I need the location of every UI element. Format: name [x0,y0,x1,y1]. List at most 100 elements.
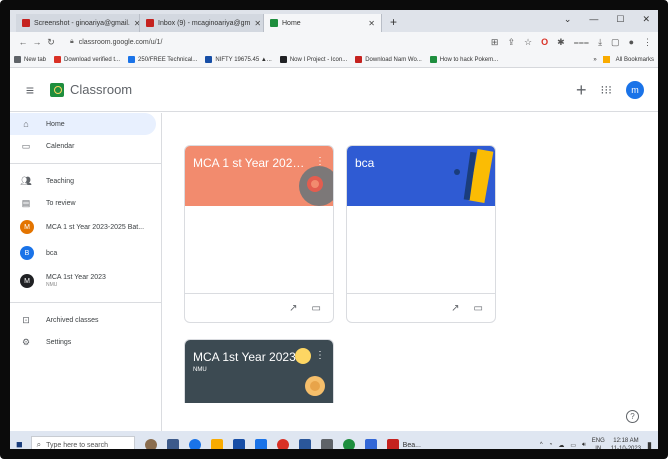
card-banner[interactable]: bca [347,146,495,206]
profile-icon[interactable]: ● [629,37,634,47]
sidebar-item-class[interactable]: B bca [10,240,161,266]
back-icon[interactable]: ← [16,37,30,47]
sidepanel-icon[interactable]: ▢ [611,37,620,48]
more-icon[interactable]: ⋮ [643,37,652,48]
sidebar-item-calendar[interactable]: ▭ Calendar [10,135,161,157]
gmail-icon [22,19,30,27]
sidebar-item-archived[interactable]: ⊡ Archived classes [10,309,161,331]
bookmark-item[interactable]: NIFTY 19675.45 ▲... [205,56,272,63]
maximize-icon[interactable]: ☐ [616,14,624,25]
search-icon: ⌕ [36,440,42,449]
reload-icon[interactable]: ↻ [44,37,58,48]
trending-icon[interactable]: ↗ [289,303,297,314]
all-bookmarks[interactable]: » All Bookmarks [593,56,654,63]
help-icon[interactable]: ? [626,410,639,423]
class-card[interactable]: MCA 1st Year 2023 NMU ⋮ [184,339,334,403]
class-avatar: M [20,274,34,288]
chevron-up-icon[interactable]: ^ [540,442,543,448]
folder-icon[interactable]: ▭ [474,303,483,314]
bookmark-item[interactable]: Download Nam Wo... [355,56,422,63]
menu-icon[interactable]: ≡ [10,82,50,98]
star-icon[interactable]: ☆ [524,37,532,48]
task-view-icon[interactable] [166,439,179,449]
folder-icon[interactable]: ▭ [312,303,321,314]
bookmark-item[interactable]: 250/FREE Technical... [128,56,197,63]
running-app[interactable]: Bea... [386,439,421,449]
close-icon[interactable]: ✕ [250,19,261,28]
class-avatar: M [20,220,34,234]
card-banner[interactable]: MCA 1 st Year 2023-2... ⋮ [185,146,333,206]
store-icon[interactable] [232,439,245,449]
word-icon[interactable] [298,439,311,449]
classroom-icon [270,19,278,27]
opera-icon[interactable]: O [541,37,548,47]
browser-tab-strip: Screenshot - ginoariya@gmail. ✕ Inbox (9… [10,10,658,32]
system-tray: ^ ◔ ☁ ▭ 🔊︎ ENG IN 12:18 AM 11-10-2023 ▮ [540,437,652,450]
classroom-logo[interactable] [50,82,64,97]
edge-icon[interactable] [188,439,201,449]
close-icon[interactable]: ✕ [130,19,139,28]
bookmark-item[interactable]: Download verified t... [54,56,120,63]
app-title[interactable]: Classroom [70,82,132,97]
notification-icon[interactable]: ▮ [647,440,652,450]
bookmark-icon [279,56,287,63]
home-icon: ⌂ [23,119,29,129]
app-icon[interactable] [320,439,333,449]
tab-label: Home [282,19,301,27]
bookmark-icon [54,56,62,63]
network-icon[interactable]: ◔ [549,442,553,448]
apps-grid-icon[interactable]: ⁝⁝⁝ [601,83,612,97]
add-class-icon[interactable]: + [576,81,587,99]
trending-icon[interactable]: ↗ [451,303,459,314]
file-explorer-icon[interactable] [210,439,223,449]
clock[interactable]: 12:18 AM 11-10-2023 [611,437,641,449]
bookmark-item[interactable]: How to hack Pokem... [429,56,498,63]
language-indicator[interactable]: ENG IN [592,437,605,449]
close-icon[interactable]: ✕ [364,19,375,28]
chevron-down-icon[interactable]: ⌄ [564,14,572,25]
volume-icon[interactable]: 🔊︎ [582,442,586,449]
weather-icon[interactable] [144,439,157,449]
divider [10,163,161,164]
sidebar-item-settings[interactable]: ⚙ Settings [10,331,161,353]
browser-tab-2[interactable]: Inbox (9) - mcaginoariya@gm ✕ [140,14,264,32]
extension-icon[interactable]: ✱ [557,37,565,48]
sidebar-item-home[interactable]: ⌂ Home [10,113,156,135]
minimize-icon[interactable]: — [589,14,598,25]
new-tab-button[interactable]: + [382,14,405,32]
app-icon [386,439,399,449]
sidebar-item-to-review[interactable]: ▤ To review [10,192,161,214]
filter-icon[interactable]: ⩶ [574,37,589,48]
forward-icon[interactable]: → [30,37,44,47]
url-field[interactable]: 🔒︎ classroom.google.com/u/1/ [64,35,464,49]
taskbar-search[interactable]: ⌕ Type here to search [30,436,135,449]
browser-tab-1[interactable]: Screenshot - ginoariya@gmail. ✕ [16,14,140,32]
mail-icon[interactable] [254,439,267,449]
chrome-icon[interactable] [342,439,355,449]
card-illustration [454,149,494,203]
sidebar-item-class[interactable]: M MCA 1st Year 2023 NMU [10,266,161,296]
install-icon[interactable]: ⊞ [491,37,499,48]
sidebar-item-teaching[interactable]: 👥︎ Teaching [10,170,161,192]
avatar[interactable]: m [626,80,644,99]
close-window-icon[interactable]: ✕ [642,14,650,25]
card-banner[interactable]: MCA 1st Year 2023 NMU ⋮ [185,340,333,403]
class-card[interactable]: MCA 1 st Year 2023-2... ⋮ ↗ ▭ [184,145,334,323]
class-card[interactable]: bca ↗ ▭ [346,145,496,323]
card-illustration [299,166,333,206]
gear-icon: ⚙ [21,336,31,347]
cloud-icon[interactable]: ☁ [558,442,564,449]
browser-tab-3[interactable]: Home ✕ [264,14,382,32]
bookmark-item[interactable]: Now I Project - Icon... [279,56,347,63]
bookmarks-bar: New tab Download verified t... 250/FREE … [10,52,658,68]
windows-start-icon[interactable]: ■ [16,439,23,449]
chrome-icon[interactable] [276,439,289,449]
tab-label: Inbox (9) - mcaginoariya@gm [158,19,251,27]
app-icon[interactable] [364,439,377,449]
share-icon[interactable]: ⇪ [507,37,515,48]
download-icon[interactable]: ⤓ [598,37,602,48]
battery-icon[interactable]: ▭ [570,442,576,449]
sidebar-item-class[interactable]: M MCA 1 st Year 2023-2025 Bat... [10,214,161,240]
calendar-icon: ▭ [21,140,31,151]
bookmark-item[interactable]: New tab [14,56,46,63]
